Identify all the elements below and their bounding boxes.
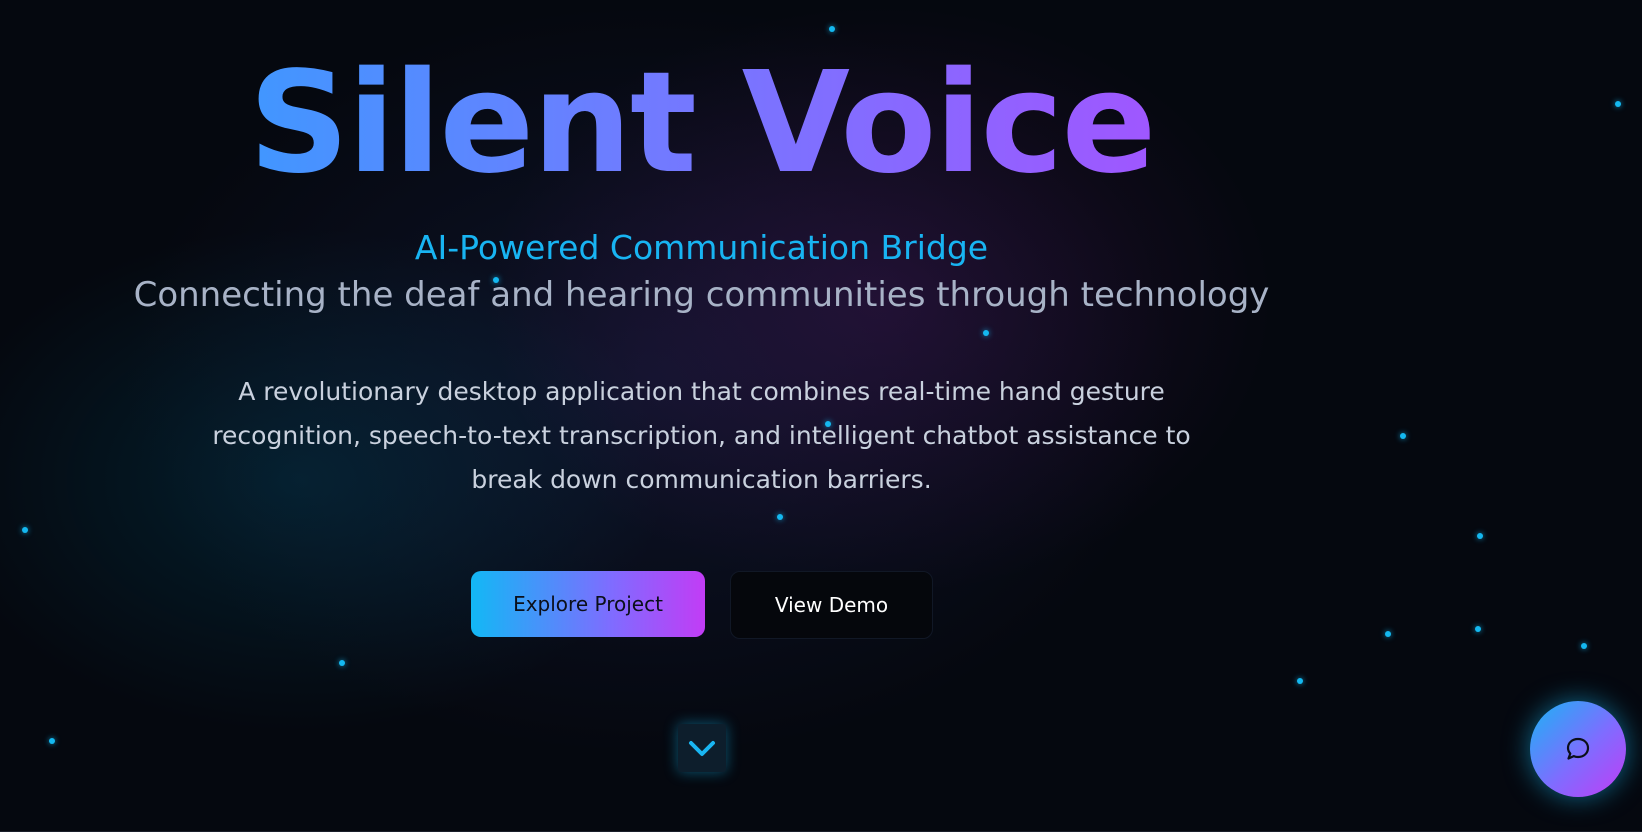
chevron-down-icon <box>689 741 715 756</box>
particle <box>983 330 989 336</box>
particle <box>339 660 345 666</box>
particle <box>1477 533 1483 539</box>
hero-tagline: AI-Powered Communication Bridge <box>414 228 989 267</box>
particle <box>1297 678 1303 684</box>
particle <box>829 26 835 32</box>
particle <box>1400 433 1406 439</box>
particle <box>1615 101 1621 107</box>
particle <box>1581 643 1587 649</box>
particle <box>1475 626 1481 632</box>
view-demo-label: View Demo <box>774 593 889 617</box>
scroll-down-button[interactable] <box>678 724 726 772</box>
view-demo-button[interactable]: View Demo <box>730 571 933 639</box>
hero-section: Silent Voice AI-Powered Communication Br… <box>0 0 1642 832</box>
explore-project-label: Explore Project <box>513 592 663 616</box>
particle <box>22 527 28 533</box>
hero-title: Silent Voice <box>0 44 1403 204</box>
hero-description: A revolutionary desktop application that… <box>212 377 1191 494</box>
particle <box>1385 631 1391 637</box>
chat-bubble-icon <box>1566 737 1590 760</box>
particle <box>777 514 783 520</box>
explore-project-button[interactable]: Explore Project <box>471 571 705 637</box>
particle <box>49 738 55 744</box>
chat-button[interactable] <box>1530 701 1626 797</box>
hero-subtitle: Connecting the deaf and hearing communit… <box>133 275 1270 315</box>
